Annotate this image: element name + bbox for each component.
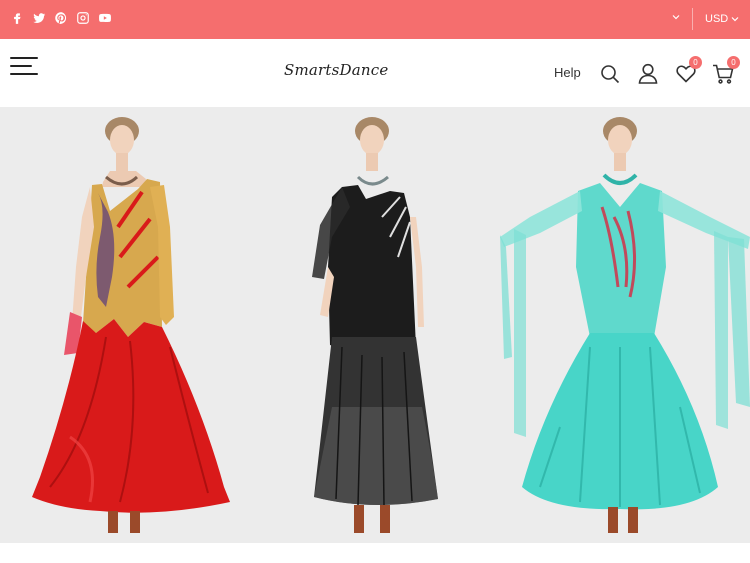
product-image [312, 117, 438, 533]
instagram-icon[interactable] [76, 11, 90, 25]
top-bar: USD [0, 0, 750, 39]
site-logo[interactable]: SmartsDance [284, 61, 388, 79]
currency-label: USD [705, 13, 729, 25]
help-link[interactable]: Help [554, 65, 581, 80]
facebook-icon[interactable] [10, 11, 24, 25]
product-gallery [0, 107, 750, 543]
pinterest-icon[interactable] [54, 11, 68, 25]
product-card-black-dress[interactable] [262, 107, 492, 543]
product-image [32, 117, 230, 533]
site-header: SmartsDance Help 0 0 [0, 39, 750, 107]
chevron-down-icon [672, 15, 680, 20]
product-image [500, 117, 750, 533]
wishlist-count-badge: 0 [689, 56, 702, 69]
social-links [10, 11, 112, 25]
product-card-red-gold-dress[interactable] [10, 107, 250, 543]
currency-selector[interactable]: USD [705, 13, 739, 25]
twitter-icon[interactable] [32, 11, 46, 25]
account-icon[interactable] [638, 63, 658, 89]
search-icon[interactable] [600, 64, 620, 89]
chevron-down-icon [731, 17, 739, 22]
divider [692, 8, 693, 30]
language-dropdown[interactable] [672, 12, 680, 23]
youtube-icon[interactable] [98, 11, 112, 25]
hamburger-menu-icon[interactable] [10, 57, 38, 77]
product-card-turquoise-dress[interactable] [500, 107, 750, 543]
cart-count-badge: 0 [727, 56, 740, 69]
